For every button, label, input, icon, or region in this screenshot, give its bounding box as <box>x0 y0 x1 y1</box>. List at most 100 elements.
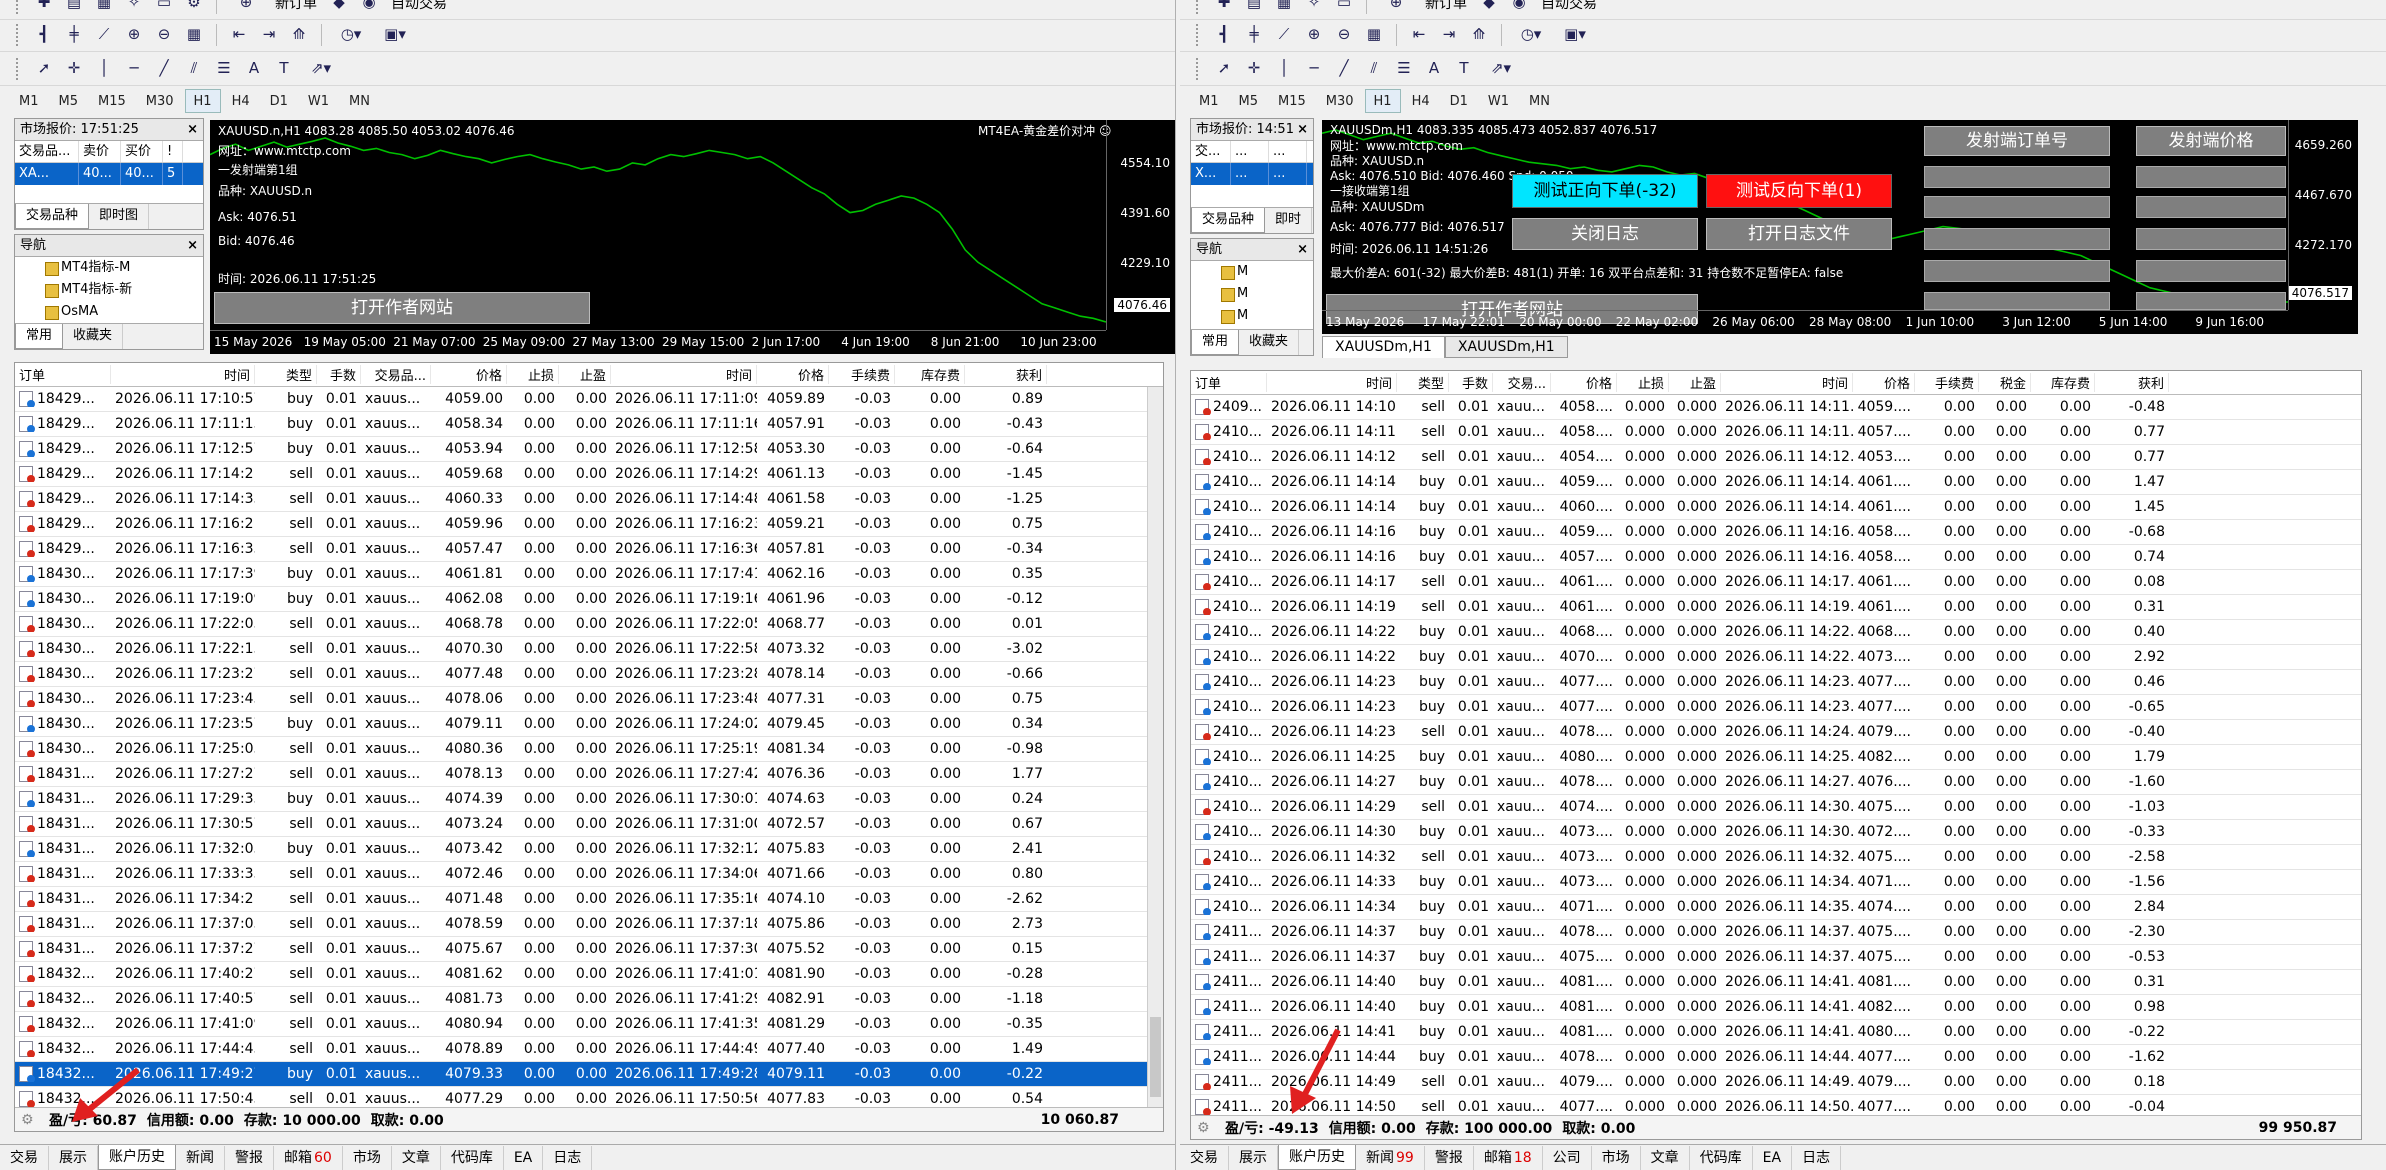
timeframe-m15[interactable]: M15 <box>1269 89 1315 113</box>
table-row[interactable]: 2410... 2026.06.11 14:14... buy 0.01 xauu...… <box>1191 470 2361 495</box>
column-header[interactable]: 止盈 <box>1669 373 1721 392</box>
column-header[interactable]: 止盈 <box>559 365 611 384</box>
column-header[interactable]: 止损 <box>1617 373 1669 392</box>
table-row[interactable]: 18430... 2026.06.11 17:22:03 sell 0.01 xauus… <box>15 612 1163 637</box>
terminal-tab[interactable]: EA <box>504 1145 544 1170</box>
column-header[interactable]: 价格 <box>757 365 829 384</box>
terminal-tab[interactable]: 交易 <box>1180 1145 1229 1170</box>
autoscroll-icon[interactable]: ⇤ <box>227 23 251 47</box>
autotrade-button[interactable]: 自动交易 <box>1537 0 1601 13</box>
zoom-out-icon[interactable]: ⊖ <box>1332 23 1356 47</box>
price-chart[interactable]: XAUUSDm,H1 4083.335 4085.473 4052.837 40… <box>1322 120 2358 334</box>
navigator-item[interactable]: MT4指标-M <box>15 257 203 279</box>
new-chart-icon[interactable]: ✚ <box>32 0 56 15</box>
timeframe-m1[interactable]: M1 <box>1190 89 1228 113</box>
timeframe-h4[interactable]: H4 <box>223 89 259 113</box>
table-row[interactable]: 18431... 2026.06.11 17:37:27 sell 0.01 xauus… <box>15 937 1163 962</box>
table-row[interactable]: 2409... 2026.06.11 14:10... sell 0.01 xauu..… <box>1191 395 2361 420</box>
navigator-item[interactable]: OsMA <box>15 301 203 323</box>
templates-icon[interactable]: ▣▾ <box>1556 23 1594 47</box>
table-row[interactable]: 2410... 2026.06.11 14:25... buy 0.01 xauu...… <box>1191 745 2361 770</box>
terminal-tab[interactable]: 市场 <box>1592 1145 1641 1170</box>
table-row[interactable]: 2411... 2026.06.11 14:41... buy 0.01 xauu...… <box>1191 1020 2361 1045</box>
col-bid[interactable]: ... <box>1231 141 1269 162</box>
tile-windows-icon[interactable]: ▦ <box>1362 23 1386 47</box>
open-author-site-button[interactable]: 打开作者网站 <box>214 292 590 324</box>
channel-icon[interactable]: ⫽ <box>1362 57 1386 81</box>
crosshair-icon[interactable]: ✛ <box>62 57 86 81</box>
column-header[interactable]: 类型 <box>1397 373 1449 392</box>
navigator-icon[interactable]: ✧ <box>1302 0 1326 15</box>
table-row[interactable]: 2411... 2026.06.11 14:40... buy 0.01 xauu...… <box>1191 970 2361 995</box>
table-row[interactable]: 18430... 2026.06.11 17:23:57 buy 0.01 xauus.… <box>15 712 1163 737</box>
table-row[interactable]: 18430... 2026.06.11 17:23:27 sell 0.01 xauus… <box>15 662 1163 687</box>
timeframe-m15[interactable]: M15 <box>89 89 135 113</box>
column-header[interactable]: 止损 <box>507 365 559 384</box>
table-row[interactable]: 18429... 2026.06.11 17:10:57 buy 0.01 xauus.… <box>15 387 1163 412</box>
table-row[interactable]: 2410... 2026.06.11 14:16... buy 0.01 xauu...… <box>1191 520 2361 545</box>
profiles-icon[interactable]: ▤ <box>62 0 86 15</box>
timeframe-m30[interactable]: M30 <box>137 89 183 113</box>
tab-favorites[interactable]: 收藏夹 <box>63 324 124 349</box>
new-chart-icon[interactable]: ✚ <box>1212 0 1236 15</box>
close-log-button[interactable]: 关闭日志 <box>1512 218 1698 250</box>
autotrade-icon[interactable]: ◉ <box>1507 0 1531 15</box>
table-row[interactable]: 18431... 2026.06.11 17:37:03 sell 0.01 xauus… <box>15 912 1163 937</box>
terminal-tab[interactable]: 日志 <box>1792 1145 1842 1170</box>
terminal-tab[interactable]: 展示 <box>1229 1145 1278 1170</box>
terminal-icon[interactable]: ▭ <box>1332 0 1356 15</box>
table-row[interactable]: 18431... 2026.06.11 17:32:03 buy 0.01 xauus.… <box>15 837 1163 862</box>
chart-tab[interactable]: XAUUSDm,H1 <box>1444 336 1568 358</box>
table-row[interactable]: 2411... 2026.06.11 14:44... buy 0.01 xauu...… <box>1191 1045 2361 1070</box>
table-row[interactable]: 2410... 2026.06.11 14:22... buy 0.01 xauu...… <box>1191 645 2361 670</box>
table-row[interactable]: 18432... 2026.06.11 17:44:45 sell 0.01 xauus… <box>15 1037 1163 1062</box>
market-watch-row[interactable]: X... ... ... <box>1191 163 1313 185</box>
chart-tab[interactable]: XAUUSDm,H1 <box>1322 336 1445 358</box>
table-scrollbar[interactable] <box>1147 387 1163 1107</box>
terminal-tab[interactable]: 市场 <box>343 1145 392 1170</box>
terminal-tab[interactable]: 日志 <box>543 1145 593 1170</box>
column-header[interactable]: 价格 <box>431 365 507 384</box>
column-header[interactable]: 手数 <box>317 365 361 384</box>
timeframe-m5[interactable]: M5 <box>50 89 88 113</box>
text-icon[interactable]: A <box>242 57 266 81</box>
terminal-tab[interactable]: 警报 <box>1425 1145 1474 1170</box>
table-row[interactable]: 2410... 2026.06.11 14:19... sell 0.01 xauu..… <box>1191 595 2361 620</box>
terminal-tab[interactable]: 代码库 <box>1690 1145 1753 1170</box>
table-row[interactable]: 2410... 2026.06.11 14:11... sell 0.01 xauu..… <box>1191 420 2361 445</box>
table-row[interactable]: 18431... 2026.06.11 17:30:57 sell 0.01 xauus… <box>15 812 1163 837</box>
close-icon[interactable]: × <box>187 119 198 140</box>
indicators-icon[interactable]: ⟰ <box>287 23 311 47</box>
table-row[interactable]: 18431... 2026.06.11 17:29:33 buy 0.01 xauus.… <box>15 787 1163 812</box>
zoom-in-icon[interactable]: ⊕ <box>122 23 146 47</box>
table-row[interactable]: 2411... 2026.06.11 14:40... buy 0.01 xauu...… <box>1191 995 2361 1020</box>
column-header[interactable]: 时间 <box>1721 373 1853 392</box>
timeframe-m5[interactable]: M5 <box>1230 89 1268 113</box>
table-row[interactable]: 2410... 2026.06.11 14:33... buy 0.01 xauu...… <box>1191 870 2361 895</box>
market-watch-row[interactable]: XA... 40... 40... 5 <box>15 163 203 185</box>
cursor-icon[interactable]: ➚ <box>1212 57 1236 81</box>
label-icon[interactable]: T <box>1452 57 1476 81</box>
table-row[interactable]: 18429... 2026.06.11 17:16:33 sell 0.01 xauus… <box>15 537 1163 562</box>
terminal-tab[interactable]: 邮箱 18 <box>1474 1145 1543 1170</box>
line-chart-icon[interactable]: ⟋ <box>1272 23 1296 47</box>
templates-icon[interactable]: ▣▾ <box>376 23 414 47</box>
timeframe-h1[interactable]: H1 <box>1364 89 1401 113</box>
autoscroll-icon[interactable]: ⇤ <box>1407 23 1431 47</box>
table-row[interactable]: 18431... 2026.06.11 17:33:33 sell 0.01 xauus… <box>15 862 1163 887</box>
periods-icon[interactable]: ◷▾ <box>1512 23 1550 47</box>
channel-icon[interactable]: ⫽ <box>182 57 206 81</box>
table-row[interactable]: 18429... 2026.06.11 17:12:57 buy 0.01 xauus.… <box>15 437 1163 462</box>
table-row[interactable]: 2410... 2026.06.11 14:23... buy 0.01 xauu...… <box>1191 670 2361 695</box>
timeframe-m1[interactable]: M1 <box>10 89 48 113</box>
timeframe-mn[interactable]: MN <box>1520 89 1559 113</box>
autotrade-button[interactable]: 自动交易 <box>387 0 451 13</box>
table-row[interactable]: 2410... 2026.06.11 14:22... buy 0.01 xauu...… <box>1191 620 2361 645</box>
market-watch-icon[interactable]: ▦ <box>92 0 116 15</box>
terminal-tab[interactable]: 账户历史 <box>98 1145 176 1170</box>
table-row[interactable]: 18430... 2026.06.11 17:22:15 sell 0.01 xauus… <box>15 637 1163 662</box>
tile-windows-icon[interactable]: ▦ <box>182 23 206 47</box>
periods-icon[interactable]: ◷▾ <box>332 23 370 47</box>
table-row[interactable]: 18432... 2026.06.11 17:41:09 sell 0.01 xauus… <box>15 1012 1163 1037</box>
column-header[interactable]: 手续费 <box>829 365 895 384</box>
